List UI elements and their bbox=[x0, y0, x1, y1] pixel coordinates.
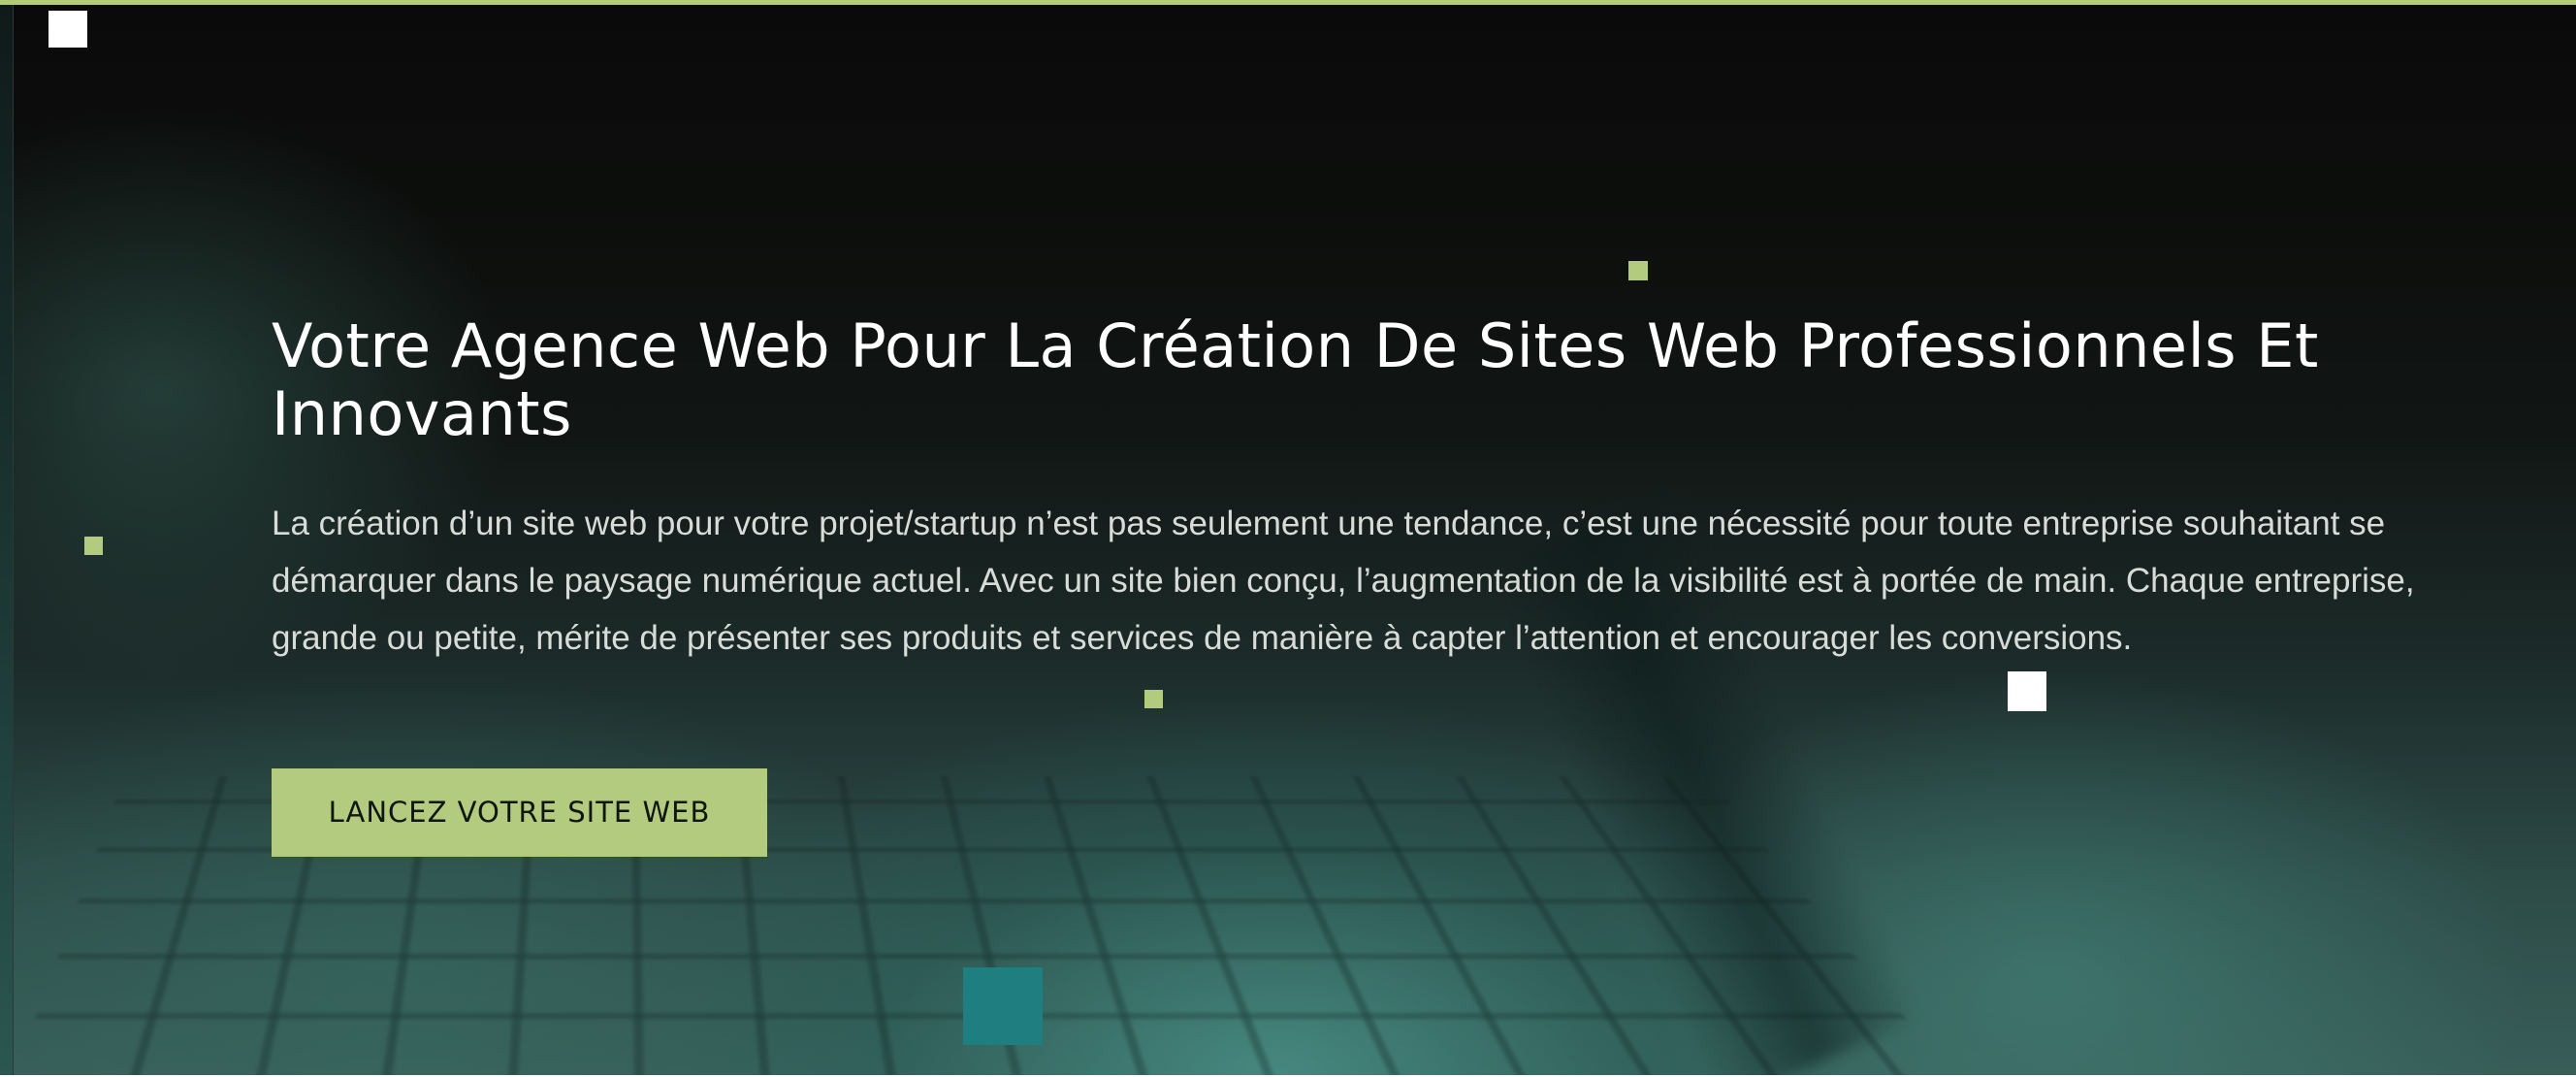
hero-content: Votre Agence Web Pour La Création De Sit… bbox=[272, 312, 2434, 667]
decorative-square-white bbox=[48, 11, 87, 48]
hero-title: Votre Agence Web Pour La Création De Sit… bbox=[272, 310, 2319, 449]
decorative-square-green bbox=[1628, 261, 1648, 280]
hero-section: Votre Agence Web Pour La Création De Sit… bbox=[0, 0, 2576, 1075]
decorative-square-green bbox=[1144, 690, 1163, 708]
decorative-square-white bbox=[2008, 671, 2046, 711]
launch-website-button[interactable]: LANCEZ VOTRE SITE WEB bbox=[272, 768, 767, 857]
decorative-square-teal bbox=[963, 967, 1043, 1045]
top-accent-bar bbox=[0, 0, 2576, 5]
hero-description: La création d’un site web pour votre pro… bbox=[272, 505, 2415, 657]
left-edge-strip bbox=[0, 0, 14, 1075]
decorative-square-green bbox=[84, 537, 103, 555]
